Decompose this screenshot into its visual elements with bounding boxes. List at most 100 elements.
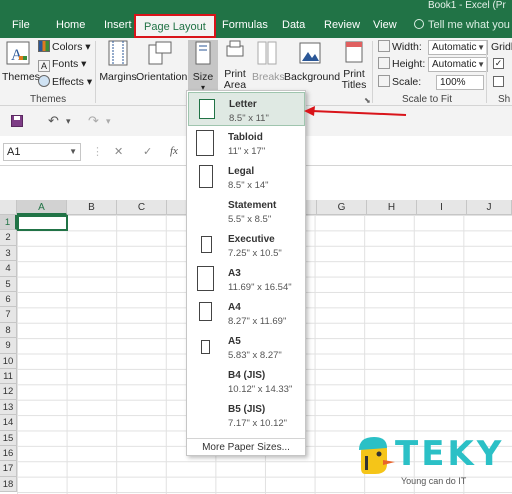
paper-size-a5[interactable]: A5 5.83" x 8.27" (188, 330, 305, 364)
row-header-12[interactable]: 12 (0, 384, 17, 400)
row-header-7[interactable]: 7 (0, 307, 17, 323)
name-box[interactable]: A1 ▼ (3, 143, 81, 161)
group-label-sheet-options: Sh (498, 94, 511, 105)
column-header-j[interactable]: J (467, 200, 512, 215)
gridlines-view-checkbox[interactable]: ✓ (493, 58, 504, 69)
row-header-10[interactable]: 10 (0, 353, 17, 369)
paper-size-b5-jis[interactable]: B5 (JIS) 7.17" x 10.12" (188, 398, 305, 432)
paper-size-name: Statement (228, 200, 277, 211)
paper-size-dims: 5.83" x 8.27" (228, 350, 282, 361)
row-header-1[interactable]: 1 (0, 215, 17, 231)
width-dropdown[interactable]: Automatic ▼ (428, 40, 488, 55)
paper-size-b4-jis[interactable]: B4 (JIS) 10.12" x 14.33" (188, 364, 305, 398)
paper-size-name: B5 (JIS) (228, 404, 266, 415)
undo-dropdown-chevron-icon[interactable]: ▾ (66, 116, 71, 127)
paper-size-executive[interactable]: Executive 7.25" x 10.5" (188, 228, 305, 262)
colors-button[interactable]: Colors ▾ (38, 39, 91, 55)
page-icon (196, 130, 214, 156)
row-header-17[interactable]: 17 (0, 461, 17, 477)
tab-view[interactable]: View (373, 15, 397, 37)
orientation-button[interactable]: Orientation (136, 40, 187, 83)
enter-icon[interactable]: ✓ (143, 145, 152, 158)
redo-icon[interactable]: ↷ (88, 113, 99, 129)
column-header-h[interactable]: H (367, 200, 417, 215)
save-icon[interactable] (11, 115, 23, 127)
lightbulb-icon (414, 19, 424, 29)
insert-function-icon[interactable]: fx (170, 145, 178, 157)
print-titles-button[interactable]: Print Titles (340, 40, 368, 91)
tab-insert[interactable]: Insert (104, 15, 132, 37)
margins-button[interactable]: Margins (98, 40, 138, 83)
paper-size-name: Legal (228, 166, 255, 177)
height-icon (378, 57, 390, 69)
size-icon (195, 41, 211, 65)
row-header-3[interactable]: 3 (0, 245, 17, 262)
column-header-c[interactable]: C (117, 200, 167, 215)
group-separator (372, 41, 373, 103)
active-cell-a1[interactable] (17, 215, 68, 231)
tab-review[interactable]: Review (324, 15, 360, 37)
height-dropdown[interactable]: Automatic ▼ (428, 57, 488, 72)
themes-button[interactable]: A Themes (2, 40, 40, 83)
undo-icon[interactable]: ↶ (48, 113, 59, 129)
tab-file[interactable]: File (12, 15, 30, 37)
print-area-icon (226, 40, 244, 57)
height-control: Height: Automatic ▼ (378, 56, 488, 72)
row-header-11[interactable]: 11 (0, 369, 17, 385)
row-header-14[interactable]: 14 (0, 415, 17, 431)
row-header-18[interactable]: 18 (0, 476, 17, 493)
tell-me-search[interactable]: Tell me what you wa (414, 15, 512, 35)
row-header-9[interactable]: 9 (0, 338, 17, 354)
chevron-down-icon: ▼ (477, 43, 485, 52)
paper-size-letter[interactable]: Letter 8.5" x 11" (188, 92, 305, 126)
row-header-4[interactable]: 4 (0, 261, 17, 277)
fonts-button[interactable]: A Fonts ▾ (38, 56, 86, 72)
tab-data[interactable]: Data (282, 15, 305, 37)
column-header-a[interactable]: A (17, 200, 67, 215)
fonts-label: Fonts (52, 58, 79, 70)
row-header-6[interactable]: 6 (0, 292, 17, 308)
tab-home[interactable]: Home (56, 15, 85, 37)
row-header-5[interactable]: 5 (0, 276, 17, 292)
colors-icon (38, 40, 50, 52)
background-label: Background (284, 71, 341, 83)
page-icon (199, 302, 212, 321)
size-button[interactable]: Size ▾ (188, 40, 218, 94)
scale-value: 100% (440, 77, 466, 88)
themes-icon: A (6, 41, 30, 65)
paper-size-legal[interactable]: Legal 8.5" x 14" (188, 160, 305, 194)
cancel-icon[interactable]: ✕ (114, 145, 123, 158)
chevron-down-icon: ▼ (477, 60, 485, 69)
row-header-2[interactable]: 2 (0, 230, 17, 246)
more-paper-sizes-link[interactable]: More Paper Sizes... (187, 438, 305, 456)
row-header-15[interactable]: 15 (0, 430, 17, 446)
paper-size-a4[interactable]: A4 8.27" x 11.69" (188, 296, 305, 330)
page-icon (201, 236, 212, 253)
paper-size-a3[interactable]: A3 11.69" x 16.54" (188, 262, 305, 296)
colors-label: Colors (52, 41, 83, 53)
paper-size-tabloid[interactable]: Tabloid 11" x 17" (188, 126, 305, 160)
formula-bar-grip-icon: ⋮ (92, 146, 103, 158)
row-header-8[interactable]: 8 (0, 322, 17, 339)
select-all-button[interactable] (0, 200, 17, 215)
height-value: Automatic (432, 59, 477, 70)
chevron-down-icon: ▼ (69, 147, 77, 156)
breaks-button[interactable]: Breaks (252, 40, 285, 83)
print-area-button[interactable]: Print Area (222, 40, 248, 91)
width-value: Automatic (432, 42, 477, 53)
row-header-16[interactable]: 16 (0, 446, 17, 462)
scale-spinner[interactable]: 100% (436, 75, 484, 90)
tab-page-layout[interactable]: Page Layout (134, 14, 216, 38)
background-button[interactable]: Background (284, 40, 341, 83)
gridlines-print-checkbox[interactable] (493, 76, 504, 87)
breaks-icon (257, 41, 277, 65)
redo-dropdown-chevron-icon[interactable]: ▾ (106, 116, 111, 127)
column-header-b[interactable]: B (67, 200, 117, 215)
row-header-13[interactable]: 13 (0, 399, 17, 416)
print-titles-icon (345, 41, 363, 63)
column-header-g[interactable]: G (317, 200, 367, 215)
column-header-i[interactable]: I (417, 200, 467, 215)
paper-size-statement[interactable]: Statement 5.5" x 8.5" (188, 194, 305, 228)
effects-button[interactable]: Effects ▾ (38, 74, 92, 90)
tab-formulas[interactable]: Formulas (222, 15, 268, 37)
